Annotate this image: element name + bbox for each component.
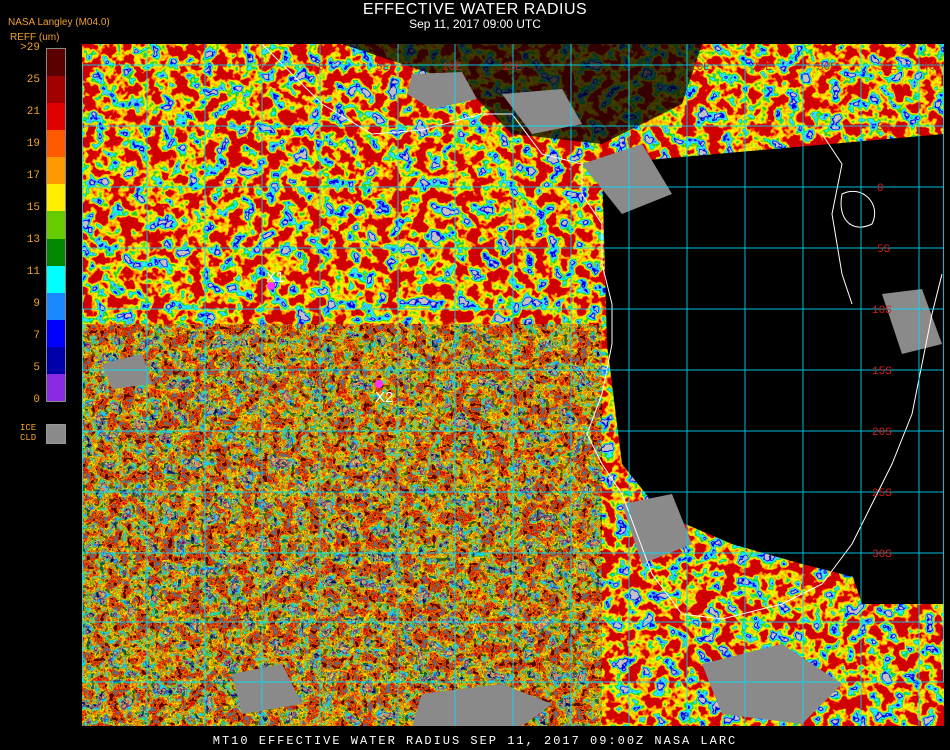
colorbar-label: 5 [33, 362, 40, 374]
lon-label-25e: 25E [752, 62, 772, 74]
ice-cloud-swatch [46, 424, 66, 444]
colorbar-label: 0 [33, 394, 40, 406]
lat-label-25s: 25S [872, 488, 892, 500]
map: 5W 0 5E 10E 15E 20E 25E 30E 35E 40E 5N 0… [82, 44, 944, 726]
lon-label-5w: 5W [260, 62, 274, 74]
colorbar [46, 48, 66, 402]
colorbar-segment [47, 265, 65, 294]
colorbar-segment [47, 292, 65, 321]
colorbar-label: >29 [20, 42, 40, 54]
org-label: NASA Langley (M04.0) [8, 17, 110, 28]
colorbar-label: 17 [26, 170, 40, 182]
colorbar-label: 11 [26, 266, 40, 278]
colorbar-segment [47, 319, 65, 348]
marker-x2-dot [375, 380, 383, 388]
lat-label-20s: 20S [872, 427, 892, 439]
colorbar-segment [47, 211, 65, 240]
colorbar-label: 19 [26, 138, 40, 150]
colorbar-label: 7 [33, 330, 40, 342]
colorbar-label: 21 [26, 106, 40, 118]
lat-label-5s: 5S [877, 244, 891, 256]
colorbar-segment [47, 130, 65, 158]
lon-label-0: 0 [318, 62, 325, 74]
colorbar-label: 25 [26, 74, 40, 86]
cld-label: CLD [20, 433, 37, 443]
cloud-field-speckle [82, 324, 602, 726]
colorbar-segment [47, 346, 65, 375]
colorbar-label: 9 [33, 298, 40, 310]
lon-label-40e: 40E [922, 62, 942, 74]
marker-x1-label: X1 [266, 269, 284, 286]
colorbar-label: 15 [26, 202, 40, 214]
colorbar-segment [47, 157, 65, 185]
colorbar-segment [47, 76, 65, 104]
colorbar-segment [47, 103, 65, 131]
colorbar-segment [47, 238, 65, 267]
colorbar-segment [47, 184, 65, 212]
marker-x2-label: X2 [375, 389, 393, 406]
lat-label-5n: 5N [877, 122, 890, 134]
lat-label-15s: 15S [872, 366, 892, 378]
sub-title: Sep 11, 2017 09:00 UTC [409, 17, 541, 31]
colorbar-segment [47, 373, 65, 402]
lon-label-5e: 5E [376, 62, 390, 74]
lon-label-20e: 20E [690, 62, 710, 74]
footer: MT10 EFFECTIVE WATER RADIUS SEP 11, 2017… [212, 734, 738, 748]
colorbar-segment [47, 49, 65, 77]
lat-label-0: 0 [877, 183, 884, 195]
ice-label: ICE [20, 423, 37, 433]
lat-label-30s: 30S [872, 549, 892, 561]
lon-label-15e: 15E [502, 62, 522, 74]
lon-label-10e: 10E [442, 62, 462, 74]
lon-label-35e: 35E [877, 62, 897, 74]
lat-label-10s: 10S [872, 305, 892, 317]
lon-label-30e: 30E [817, 62, 837, 74]
colorbar-label: 13 [26, 234, 40, 246]
